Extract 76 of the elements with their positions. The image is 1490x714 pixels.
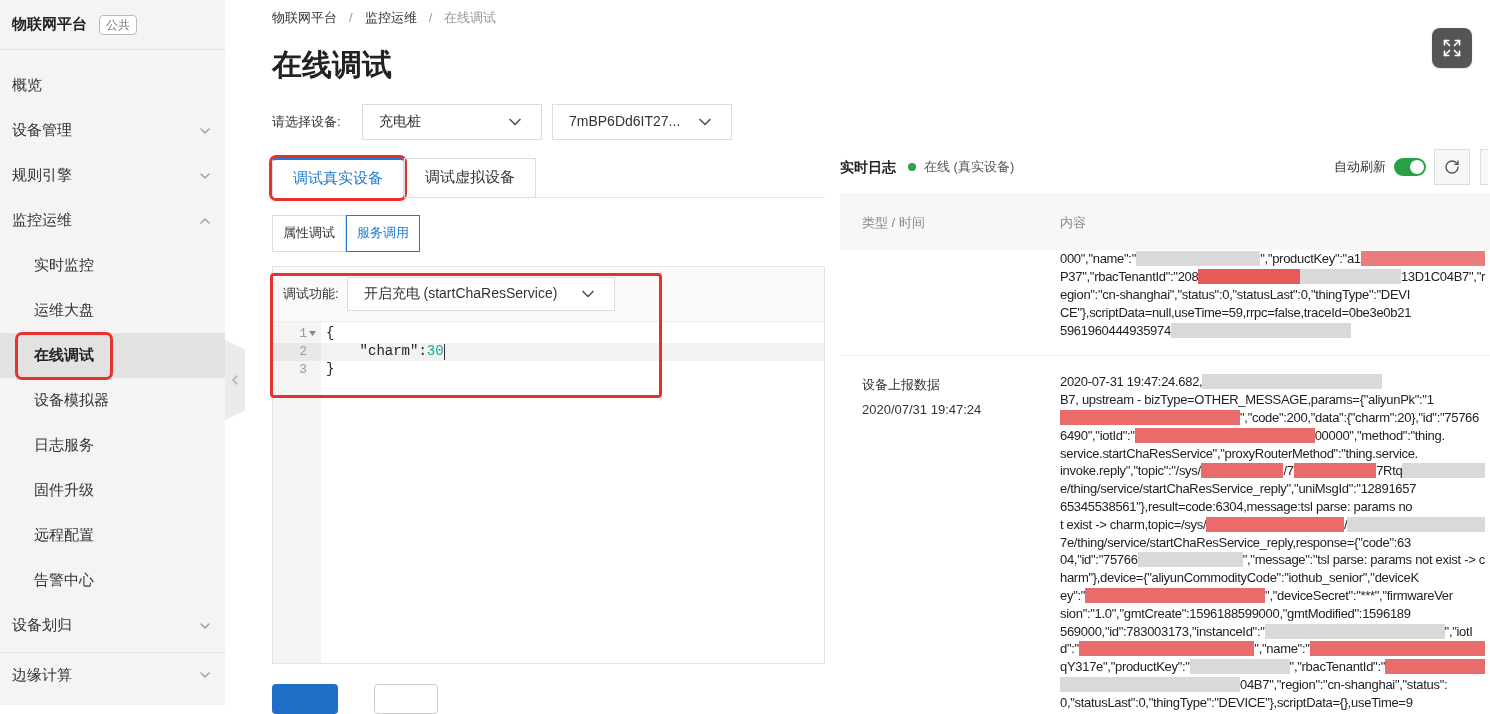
sidebar-subitem[interactable]: 固件升级	[18, 469, 110, 512]
page-title: 在线调试	[272, 46, 393, 83]
line-number: 3	[299, 360, 307, 379]
sidebar-subitem[interactable]: 实时监控	[18, 244, 110, 287]
log-line: B7, upstream - bizType=OTHER_MESSAGE,params={"aliyunPk":"1	[1060, 391, 1435, 409]
field-label: 请选择设备:	[272, 112, 342, 131]
log-line: 04B7","region":"cn-shanghai","status":	[1060, 675, 1485, 694]
line-number: 1	[299, 324, 307, 343]
sidebar-item[interactable]: 概览	[0, 63, 225, 108]
log-line: sion":"1.0","gmtCreate":1596188599000,"gmtModified":1596189	[1060, 604, 1412, 623]
sidebar-item[interactable]: 规则引擎	[0, 153, 225, 198]
log-time: 2020/07/31 19:47:24	[862, 401, 983, 420]
line-number: 2	[299, 342, 307, 361]
product-select[interactable]: 充电桩	[362, 103, 542, 140]
code-line: {	[326, 324, 335, 343]
log-line: qY317e","productKey":" ","rbacTenantId":"	[1060, 657, 1485, 676]
log-line: service.startChaResService","proxyRouterMethod":"thing.service.	[1060, 444, 1419, 462]
log-title: 实时日志	[840, 157, 896, 177]
code-line: "charm":30	[358, 342, 444, 361]
log-line: 569000,"id":783003173,"instanceId":" ","iotI	[1060, 622, 1474, 640]
log-line: ","code":200,"data":{"charm":20},"id":"75766	[1060, 408, 1485, 427]
refresh-button[interactable]	[1434, 149, 1470, 185]
log-line: 2020-07-31 19:47:24.682,	[1060, 373, 1485, 391]
fullscreen-button[interactable]	[1432, 28, 1472, 68]
tab[interactable]: 调试虚拟设备	[404, 157, 536, 198]
fullscreen-icon	[1442, 38, 1462, 58]
log-line: ey":" ","deviceSecret":"***","firmwareVer	[1060, 586, 1454, 605]
breadcrumb-separator: /	[349, 9, 353, 27]
log-line: CE"},scriptData=null,useTime=59,rrpc=false,traceId=0be3e0b21	[1060, 303, 1413, 322]
sidebar-item[interactable]: 设备管理	[0, 108, 225, 153]
breadcrumb-link[interactable]: 物联网平台	[272, 8, 337, 28]
device-select[interactable]: 7mBP6Dd6IT27...	[552, 103, 732, 140]
code-editor[interactable]: 1 2 3 { "charm":30 }	[273, 321, 824, 663]
field-label: 调试功能:	[283, 284, 339, 303]
auto-refresh-label: 自动刷新	[1334, 158, 1386, 177]
breadcrumb-separator: /	[428, 9, 433, 27]
secondary-button[interactable]	[374, 684, 438, 714]
fold-caret-icon	[309, 331, 316, 336]
code-line: }	[326, 360, 335, 379]
log-line: 5961960444935974	[1060, 321, 1485, 339]
sidebar-item[interactable]: 边缘计算	[0, 652, 225, 697]
column-header: 内容	[1060, 213, 1086, 232]
sub-tab[interactable]: 服务调用	[346, 214, 420, 252]
sidebar-subitem[interactable]: 远程配置	[18, 514, 110, 557]
log-type: 设备上报数据	[862, 376, 941, 394]
log-line: 6490","iotId":" 00000","method":"thing.	[1060, 426, 1446, 445]
log-line: P37","rbacTenantId":"208 13D1C04B7","r	[1060, 268, 1485, 286]
refresh-icon	[1444, 159, 1460, 175]
sidebar-item[interactable]: 监控运维	[0, 198, 225, 243]
function-select[interactable]: 开启充电 (startChaResService)	[346, 276, 615, 311]
log-line: d":" ","name":"	[1060, 639, 1485, 658]
primary-button[interactable]	[272, 684, 338, 714]
column-header: 类型 / 时间	[861, 213, 926, 232]
log-line: harm"},device={"aliyunCommodityCode":"iothub_senior","deviceK	[1060, 569, 1420, 587]
plan-badge: 公共	[99, 14, 137, 35]
sidebar-subitem[interactable]: 设备模拟器	[18, 379, 125, 422]
sidebar-subitem[interactable]: 运维大盘	[18, 289, 110, 332]
log-line: 0,"statusLast":0,"thingType":"DEVICE"},scriptData={},useTime=9	[1060, 693, 1414, 712]
log-line: 04,"id":"75766 ","message":"tsl parse: params not exist -> c	[1060, 551, 1485, 569]
sub-tab[interactable]: 属性调试	[272, 214, 346, 252]
auto-refresh-switch[interactable]	[1394, 158, 1426, 176]
log-line: 000","name":" ","productKey":"a1	[1060, 250, 1485, 268]
sidebar-title: 物联网平台	[12, 14, 87, 35]
breadcrumb-link[interactable]: 监控运维	[364, 8, 417, 28]
status-text: 在线 (真实设备)	[924, 158, 1015, 177]
log-line: e/thing/service/startChaResService_reply","uniMsgId":"12891657	[1060, 480, 1418, 498]
log-line: 65345538561"},result=code:6304,message:tsl parse: params no	[1060, 497, 1414, 516]
sidebar-subitem[interactable]: 告警中心	[18, 559, 110, 602]
tab[interactable]: 调试真实设备	[272, 157, 404, 198]
log-line: egion":"cn-shanghai","status":0,"statusLast":0,"thingType":"DEVI	[1060, 286, 1411, 304]
toolbar-button[interactable]	[1480, 149, 1488, 185]
sidebar-subitem[interactable]: 日志服务	[18, 424, 110, 467]
log-line: invoke.reply","topic":"/sys/ /7 7Rtq	[1060, 461, 1485, 480]
sidebar-item[interactable]: 设备划归	[0, 603, 225, 648]
log-line: 7e/thing/service/startChaResService_reply,response={"code":63	[1060, 533, 1412, 551]
log-line: t exist -> charm,topic=/sys/ /	[1060, 515, 1485, 534]
